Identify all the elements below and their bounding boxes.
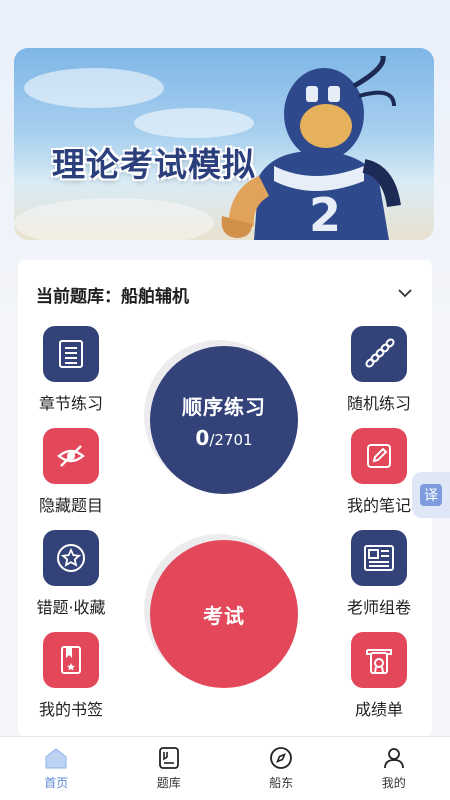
progress-total: /2701 <box>209 430 253 449</box>
compass-icon <box>270 747 293 769</box>
chapter-practice-label: 章节练习 <box>38 394 103 413</box>
hidden-questions-label: 隐藏题目 <box>38 496 103 515</box>
random-practice-label: 随机练习 <box>346 394 411 413</box>
hidden-questions-button[interactable]: 隐藏题目 <box>26 428 116 516</box>
teacher-paper-label: 老师组卷 <box>346 598 411 617</box>
list-icon <box>43 326 99 382</box>
star-icon <box>43 530 99 586</box>
sequential-progress: 0/2701 <box>195 426 252 450</box>
my-bookmarks-button[interactable]: 我的书签 <box>26 632 116 720</box>
banner-cloud <box>24 68 164 108</box>
chain-icon <box>351 326 407 382</box>
chapter-practice-button[interactable]: 章节练习 <box>26 326 116 414</box>
nav-question-bank-label: 题库 <box>156 776 181 790</box>
banner-cloud <box>14 198 214 240</box>
my-bookmarks-label: 我的书签 <box>38 700 103 719</box>
chevron-down-icon[interactable] <box>396 284 414 302</box>
bottom-nav: 首页 题库 船东 我的 <box>0 736 450 800</box>
exam-button[interactable]: 考试 <box>144 534 300 690</box>
user-icon <box>383 748 404 769</box>
question-bank-card: 当前题库：船舶辅机 章节练习 隐藏题目 错题·收藏 我的书签 随机练习 我的笔记… <box>18 260 432 736</box>
nav-captain-label: 船东 <box>269 776 294 790</box>
teacher-paper-button[interactable]: 老师组卷 <box>334 530 424 618</box>
svg-text:2: 2 <box>309 188 341 240</box>
promo-banner[interactable]: 理论考试模拟 2 <box>14 48 434 240</box>
book-icon <box>158 747 179 769</box>
grade-report-label: 成绩单 <box>354 700 403 719</box>
my-notes-button[interactable]: 我的笔记 <box>334 428 424 516</box>
note-edit-icon <box>351 428 407 484</box>
nav-home[interactable]: 首页 <box>0 737 113 800</box>
home-icon <box>45 748 67 769</box>
sequential-practice-title: 顺序练习 <box>182 394 266 419</box>
nav-home-label: 首页 <box>44 776 69 790</box>
wrong-favorites-label: 错题·收藏 <box>36 598 106 617</box>
nav-mine[interactable]: 我的 <box>338 737 450 800</box>
translate-button[interactable]: 译 <box>412 472 450 518</box>
nav-question-bank[interactable]: 题库 <box>113 737 226 800</box>
wrong-favorites-button[interactable]: 错题·收藏 <box>26 530 116 618</box>
mascot-illustration: 2 <box>221 56 401 240</box>
my-notes-label: 我的笔记 <box>346 496 411 515</box>
sequential-practice-circle[interactable]: 顺序练习 0/2701 <box>150 346 298 494</box>
paper-icon <box>351 530 407 586</box>
exam-circle[interactable]: 考试 <box>150 540 298 688</box>
exam-title: 考试 <box>203 603 245 628</box>
nav-mine-label: 我的 <box>381 776 406 790</box>
sequential-practice-button[interactable]: 顺序练习 0/2701 <box>144 340 300 496</box>
nav-captain[interactable]: 船东 <box>225 737 338 800</box>
eye-hidden-icon <box>43 428 99 484</box>
grade-report-button[interactable]: 成绩单 <box>334 632 424 720</box>
random-practice-button[interactable]: 随机练习 <box>334 326 424 414</box>
progress-done: 0 <box>195 425 210 450</box>
bookmark-icon <box>43 632 99 688</box>
certificate-icon <box>351 632 407 688</box>
current-bank-label: 当前题库：船舶辅机 <box>36 287 189 307</box>
translate-icon: 译 <box>420 484 442 506</box>
